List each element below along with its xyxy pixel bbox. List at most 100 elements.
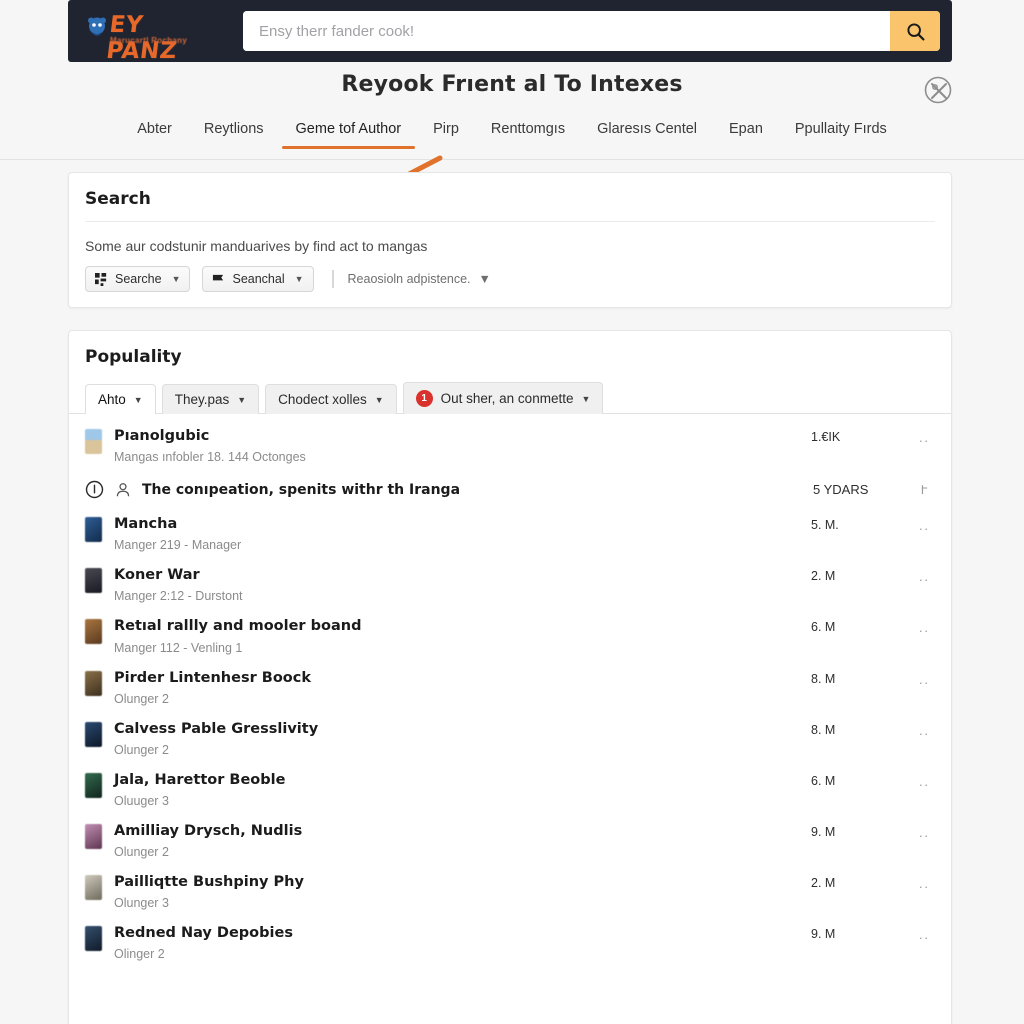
nav-label: Pirp <box>433 121 459 137</box>
person-icon <box>116 482 130 496</box>
item-thumbnail <box>85 926 102 952</box>
item-thumbnail <box>85 619 102 645</box>
nav-item-3[interactable]: Pirp <box>417 116 475 149</box>
list-item[interactable]: Amilliay Drysch, Nudlis Olunger 2 9. M ·… <box>85 815 935 866</box>
nav-item-4[interactable]: Renttomgıs <box>475 116 581 149</box>
reaosioln-dropdown[interactable]: Reaosioln adpistence. ▼ <box>348 272 491 286</box>
search-card: Search Some aur codstunir manduarives by… <box>68 172 952 308</box>
poptab-theypas[interactable]: They.pas ▼ <box>161 384 260 414</box>
item-overflow-menu[interactable]: ·· <box>913 669 935 690</box>
nav-item-7[interactable]: Ppullaity Fırds <box>779 116 903 149</box>
item-title: Pailliqtte Bushpiny Phy <box>114 874 304 890</box>
nav-item-2-active[interactable]: Geme tof Author <box>280 116 418 149</box>
nav-label: Renttomgıs <box>490 121 566 137</box>
page-root: EY PANZ Marucartl Rochany Reyook Frıent … <box>0 0 1024 1024</box>
grid-icon <box>95 272 107 286</box>
list-item[interactable]: Pailliqtte Bushpiny Phy Olunger 3 2. M ·… <box>85 866 935 917</box>
poptab-label: Chodect xolles <box>278 392 367 407</box>
item-overflow-menu[interactable]: ·· <box>913 771 935 792</box>
logo-subtitle: Marucartl Rochany <box>110 36 188 45</box>
poptab-label: They.pas <box>174 392 230 407</box>
item-title: Calvess Pable Gresslivity <box>114 720 319 737</box>
nav-label: Abter <box>137 121 172 137</box>
nav-item-5[interactable]: Glaresıs Centel <box>581 116 713 149</box>
item-thumbnail <box>85 875 102 900</box>
alert-title: The conıpeation, spenits withr th Iranga <box>142 481 461 498</box>
item-title: Amilliay Drysch, Nudlis <box>114 822 303 839</box>
item-value: 8. M <box>811 722 836 737</box>
crossed-tools-icon[interactable] <box>922 74 956 108</box>
list-item[interactable]: Koner War Manger 2:12 - Durstont 2. M ·· <box>85 559 935 610</box>
item-title: Redned Nay Depobies <box>114 925 293 942</box>
item-subtitle: Manger 219 - Manager <box>114 538 242 553</box>
poptab-label: Out sher, an conmette <box>440 391 574 406</box>
item-overflow-menu[interactable]: ·· <box>913 566 935 587</box>
flag-icon <box>213 274 224 280</box>
item-title: Retıal rallly and mooler boand <box>114 618 362 635</box>
item-overflow-menu[interactable]: ·· <box>913 617 935 638</box>
list-item[interactable]: Calvess Pable Gresslivity Olunger 2 8. M… <box>85 713 935 764</box>
item-value: 8. M <box>811 671 836 686</box>
poptab-label: Ahto <box>98 392 126 407</box>
list-item[interactable]: Retıal rallly and mooler boand Manger 11… <box>85 610 935 661</box>
item-text: Pirder Lintenhesr Boock Olunger 2 <box>114 669 799 706</box>
poptab-chodect-xolles[interactable]: Chodect xolles ▼ <box>265 384 397 414</box>
nav-item-0[interactable]: Abter <box>121 116 188 149</box>
chevron-down-icon: ▼ <box>237 394 247 405</box>
item-overflow-menu[interactable]: ·· <box>913 924 935 945</box>
list-item[interactable]: Mancha Manger 219 - Manager 5. M. ·· <box>85 508 935 559</box>
item-overflow-menu[interactable]: ·· <box>913 720 935 741</box>
search-input[interactable] <box>243 11 890 51</box>
popularity-card: Populality Ahto ▼ They.pas ▼ Chodect xol… <box>68 330 952 1024</box>
searche-dropdown-button[interactable]: Searche ▼ <box>85 266 191 292</box>
nav-label: Geme tof Author <box>295 121 402 137</box>
item-text: Calvess Pable Gresslivity Olunger 2 <box>114 720 799 757</box>
notification-badge: 1 <box>415 390 433 407</box>
item-value: 9. M <box>811 824 836 839</box>
chevron-down-icon: ▼ <box>171 274 181 284</box>
global-search <box>243 11 940 51</box>
nav-item-6[interactable]: Epan <box>713 116 779 149</box>
searche-label: Searche <box>115 272 162 286</box>
poptab-ahto[interactable]: Ahto ▼ <box>85 384 156 414</box>
nav-label: Epan <box>729 121 763 137</box>
item-overflow-menu[interactable]: ·· <box>913 515 935 536</box>
item-value: 6. M <box>811 620 836 635</box>
item-overflow-menu[interactable]: ·· <box>913 822 935 843</box>
item-overflow-menu[interactable]: ·· <box>913 427 935 448</box>
nav-item-1[interactable]: Reytlions <box>188 116 280 149</box>
item-value: 9. M <box>811 927 836 942</box>
item-overflow-menu[interactable]: ·· <box>913 873 935 894</box>
item-title: Jala, Harettor Beoble <box>114 771 286 788</box>
alert-overflow-menu[interactable]: Ւ <box>913 483 935 497</box>
main-nav: Abter Reytlions Geme tof Author Pirp Ren… <box>0 116 1024 160</box>
vertical-divider <box>331 270 334 288</box>
chevron-down-icon: ▼ <box>478 272 491 286</box>
list-item[interactable]: Pirder Lintenhesr Boock Olunger 2 8. M ·… <box>85 662 935 713</box>
seanchal-label: Seanchal <box>232 272 285 286</box>
list-item[interactable]: Pıanolgubic Mangas ınfobler 18. 144 Octo… <box>85 420 935 471</box>
item-subtitle: Olunger 2 <box>114 845 169 859</box>
item-subtitle: Olunger 3 <box>114 896 169 911</box>
item-value: 1.€IK <box>811 430 841 444</box>
item-thumbnail <box>85 429 102 454</box>
search-card-controls: Searche ▼ Seanchal ▼ Reaosioln adpistenc… <box>69 254 951 292</box>
list-item[interactable]: Jala, Harettor Beoble Oluuger 3 6. M ·· <box>85 764 935 815</box>
item-text: Redned Nay Depobies Olinger 2 <box>114 924 799 961</box>
item-text: Jala, Harettor Beoble Oluuger 3 <box>114 771 799 808</box>
list-item[interactable]: Redned Nay Depobies Olinger 2 9. M ·· <box>85 917 935 968</box>
item-title: Pıanolgubic <box>114 428 210 444</box>
site-logo[interactable]: EY PANZ Marucartl Rochany <box>84 9 219 64</box>
list-item-alert[interactable]: The conıpeation, spenits withr th Iranga… <box>85 471 935 508</box>
item-value: 6. M <box>811 773 836 788</box>
seanchal-dropdown-button[interactable]: Seanchal ▼ <box>202 266 314 292</box>
poptab-out-sher-an-conmette[interactable]: 1 Out sher, an conmette ▼ <box>402 382 604 414</box>
item-thumbnail <box>85 568 102 594</box>
search-submit-button[interactable] <box>890 11 940 51</box>
item-value: 5. M. <box>811 518 839 533</box>
item-subtitle: Olunger 2 <box>114 742 169 757</box>
item-thumbnail <box>85 670 102 696</box>
item-value: 2. M <box>811 876 836 890</box>
item-text: Amilliay Drysch, Nudlis Olunger 2 <box>114 822 799 859</box>
nav-label: Glaresıs Centel <box>597 121 698 137</box>
